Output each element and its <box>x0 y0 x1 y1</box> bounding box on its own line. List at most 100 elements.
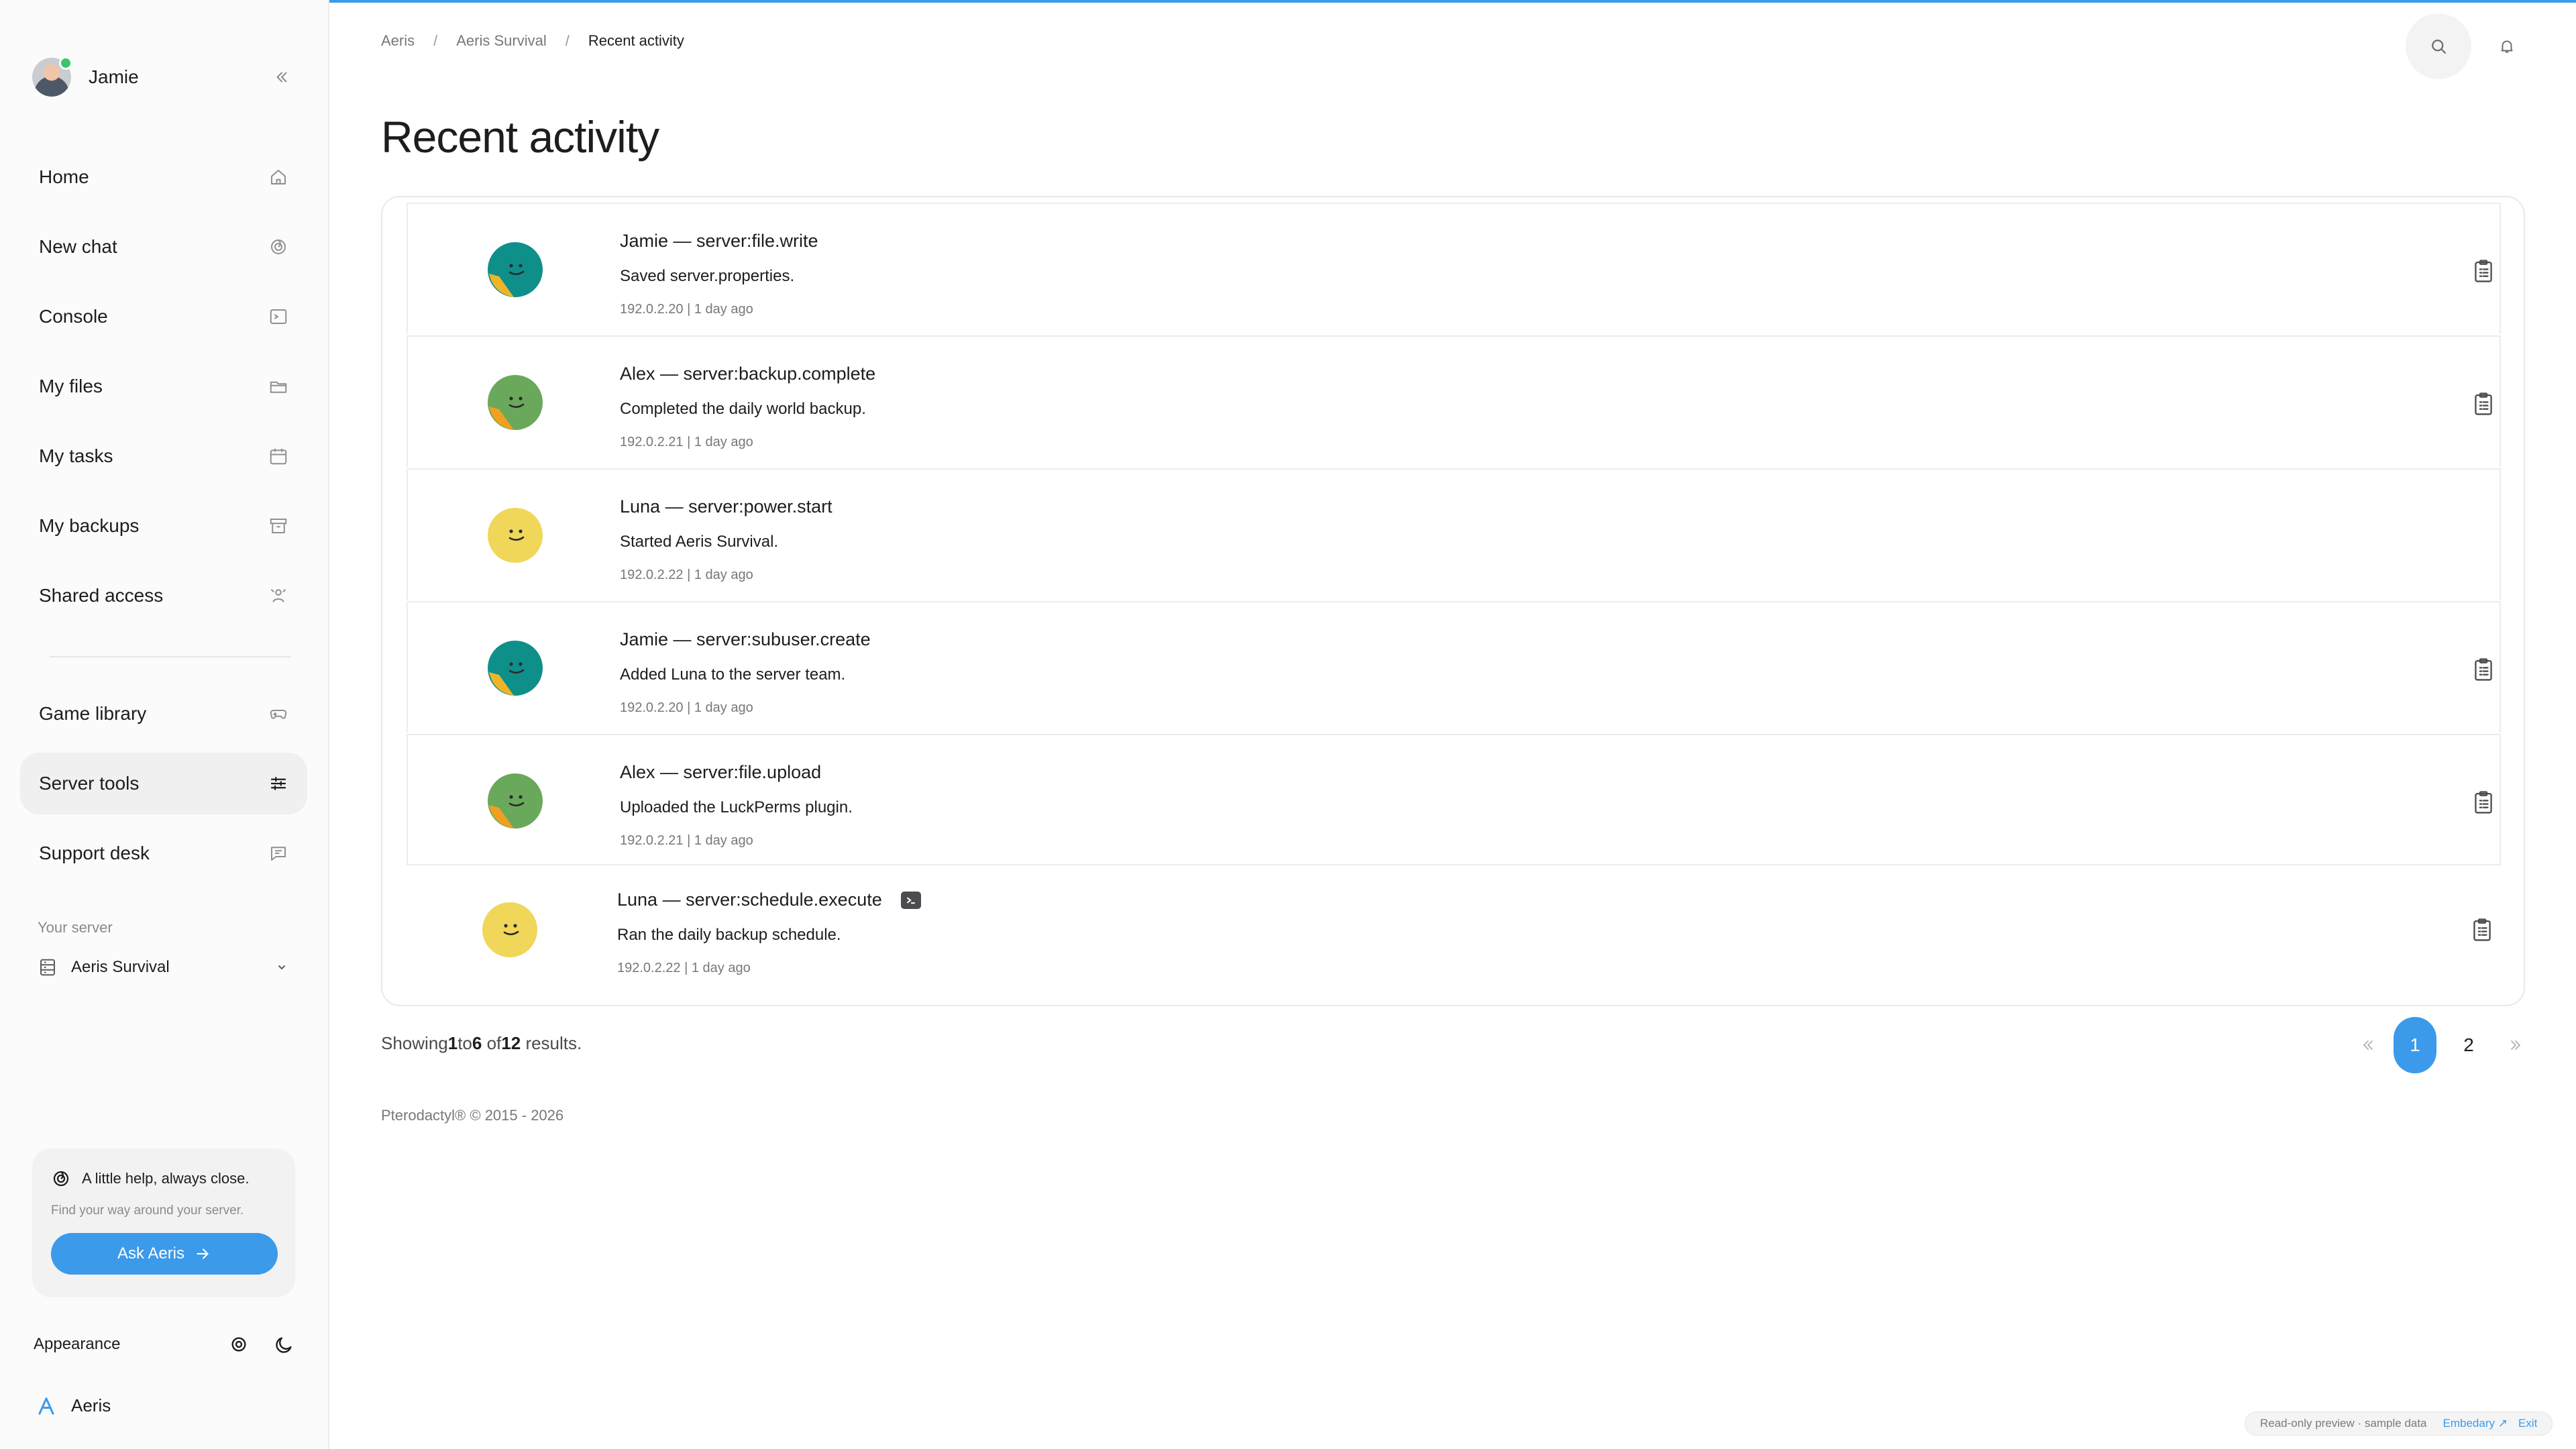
folder-icon <box>268 376 288 396</box>
breadcrumb: Aeris / Aeris Survival / Recent activity <box>381 32 684 50</box>
list-item[interactable]: Jamie — server:file.write Saved server.p… <box>407 203 2501 334</box>
sidebar-item-label: My tasks <box>39 445 113 466</box>
exit-link[interactable]: Exit <box>2518 1417 2537 1430</box>
activity-title-text: Alex — server:file.upload <box>620 762 822 782</box>
clipboard-icon[interactable] <box>2471 918 2493 942</box>
list-item[interactable]: Jamie — server:subuser.create Added Luna… <box>407 601 2501 733</box>
activity-description: Completed the daily world backup. <box>620 400 866 418</box>
sliders-icon <box>268 773 288 794</box>
activity-meta: 192.0.2.20 | 1 day ago <box>620 302 753 317</box>
terminal-icon <box>268 307 288 327</box>
sidebar-item-label: Shared access <box>39 585 164 606</box>
sidebar-item-label: My files <box>39 376 103 396</box>
results-total: 12 <box>501 1033 521 1053</box>
user-name: Jamie <box>89 66 139 87</box>
arrow-right-icon <box>194 1245 211 1263</box>
sidebar-item-game-library[interactable]: Game library <box>20 683 307 745</box>
breadcrumb-item[interactable]: Aeris Survival <box>456 32 546 50</box>
results-to: 6 <box>472 1033 482 1053</box>
gamepad-icon <box>268 704 288 724</box>
chevrons-left-icon[interactable] <box>2360 1037 2376 1053</box>
results-of-word: of <box>486 1033 502 1053</box>
activity-description: Saved server.properties. <box>620 267 795 285</box>
sidebar-item-label: Server tools <box>39 773 140 794</box>
server-selector[interactable]: Aeris Survival <box>38 953 290 982</box>
sidebar-item-new-chat[interactable]: New chat <box>20 216 307 278</box>
sidebar-item-server-tools[interactable]: Server tools <box>20 753 307 814</box>
user-avatar-icon <box>488 508 543 563</box>
results-summary: Showing1to6 of12 results. <box>381 1033 582 1054</box>
list-item[interactable]: Luna — server:power.start Started Aeris … <box>407 468 2501 600</box>
brand[interactable]: Aeris <box>36 1395 111 1416</box>
nav-divider <box>50 656 291 657</box>
activity-meta: 192.0.2.20 | 1 day ago <box>620 700 753 715</box>
brand-name: Aeris <box>71 1395 111 1415</box>
activity-description: Uploaded the LuckPerms plugin. <box>620 798 853 816</box>
page-button-2[interactable]: 2 <box>2447 1017 2490 1073</box>
activity-list: Jamie — server:file.write Saved server.p… <box>381 196 2525 1006</box>
search-button[interactable] <box>2406 13 2471 79</box>
appearance-label: Appearance <box>34 1335 121 1353</box>
archive-icon <box>268 516 288 536</box>
activity-title: Alex — server:file.upload <box>620 762 821 783</box>
activity-title: Alex — server:backup.complete <box>620 364 875 384</box>
sidebar-item-my-backups[interactable]: My backups <box>20 495 307 557</box>
page-button-1[interactable]: 1 <box>2394 1017 2436 1073</box>
activity-title: Luna — server:schedule.execute <box>617 890 921 910</box>
user-avatar-icon <box>488 641 543 696</box>
terminal-badge-icon <box>900 891 921 909</box>
preview-text: Read-only preview · sample data <box>2260 1417 2427 1430</box>
sidebar-item-label: New chat <box>39 236 117 257</box>
chat-swirl-icon <box>268 237 288 257</box>
footer-copyright: Pterodactyl® © 2015 - 2026 <box>381 1107 564 1124</box>
help-title-row: A little help, always close. <box>51 1169 276 1189</box>
clipboard-icon[interactable] <box>2473 259 2494 283</box>
activity-title-text: Jamie — server:subuser.create <box>620 629 871 649</box>
embedary-link[interactable]: Embedary ↗ <box>2443 1417 2508 1430</box>
assistant-swirl-icon <box>51 1169 71 1189</box>
sidebar-item-label: Support desk <box>39 843 150 863</box>
activity-description: Started Aeris Survival. <box>620 533 779 551</box>
activity-title-text: Luna — server:schedule.execute <box>617 890 882 910</box>
breadcrumb-item[interactable]: Aeris <box>381 32 415 50</box>
chevrons-right-icon[interactable] <box>2508 1037 2524 1053</box>
page-title: Recent activity <box>381 112 659 162</box>
user-profile[interactable]: Jamie <box>32 56 295 97</box>
sidebar-item-label: Console <box>39 306 108 327</box>
users-icon <box>268 586 288 606</box>
user-avatar-icon <box>488 242 543 297</box>
sidebar-item-shared-access[interactable]: Shared access <box>20 565 307 627</box>
clipboard-icon[interactable] <box>2473 790 2494 814</box>
sidebar-item-console[interactable]: Console <box>20 286 307 347</box>
bell-icon <box>2498 38 2516 55</box>
sidebar-item-support-desk[interactable]: Support desk <box>20 822 307 884</box>
search-icon <box>2428 36 2449 56</box>
list-item[interactable]: Alex — server:backup.complete Completed … <box>407 335 2501 467</box>
user-avatar-icon <box>488 773 543 828</box>
message-icon <box>268 843 288 863</box>
system-theme-icon[interactable] <box>228 1334 250 1355</box>
sidebar-item-my-files[interactable]: My files <box>20 356 307 417</box>
calendar-icon <box>268 446 288 466</box>
activity-meta: 192.0.2.22 | 1 day ago <box>617 961 751 975</box>
activity-title-text: Luna — server:power.start <box>620 496 833 517</box>
sidebar-item-home[interactable]: Home <box>20 146 307 208</box>
sidebar-item-label: My backups <box>39 515 140 536</box>
list-item[interactable]: Luna — server:schedule.execute Ran the d… <box>407 869 2501 1001</box>
list-item[interactable]: Alex — server:file.upload Uploaded the L… <box>407 734 2501 865</box>
notifications-button[interactable] <box>2489 28 2525 64</box>
home-icon <box>268 167 288 187</box>
clipboard-icon[interactable] <box>2473 657 2494 682</box>
activity-title-text: Jamie — server:file.write <box>620 231 818 251</box>
pagination: 1 2 <box>2348 1017 2536 1073</box>
collapse-sidebar-icon[interactable] <box>268 64 295 91</box>
breadcrumb-separator: / <box>565 32 570 49</box>
ask-aeris-button[interactable]: Ask Aeris <box>51 1233 278 1275</box>
activity-title: Jamie — server:subuser.create <box>620 629 871 650</box>
chevron-down-icon <box>274 959 290 975</box>
sidebar-item-my-tasks[interactable]: My tasks <box>20 425 307 487</box>
moon-icon[interactable] <box>274 1334 295 1355</box>
user-avatar-icon <box>488 375 543 430</box>
clipboard-icon[interactable] <box>2473 392 2494 416</box>
results-to-word: to <box>458 1033 472 1053</box>
